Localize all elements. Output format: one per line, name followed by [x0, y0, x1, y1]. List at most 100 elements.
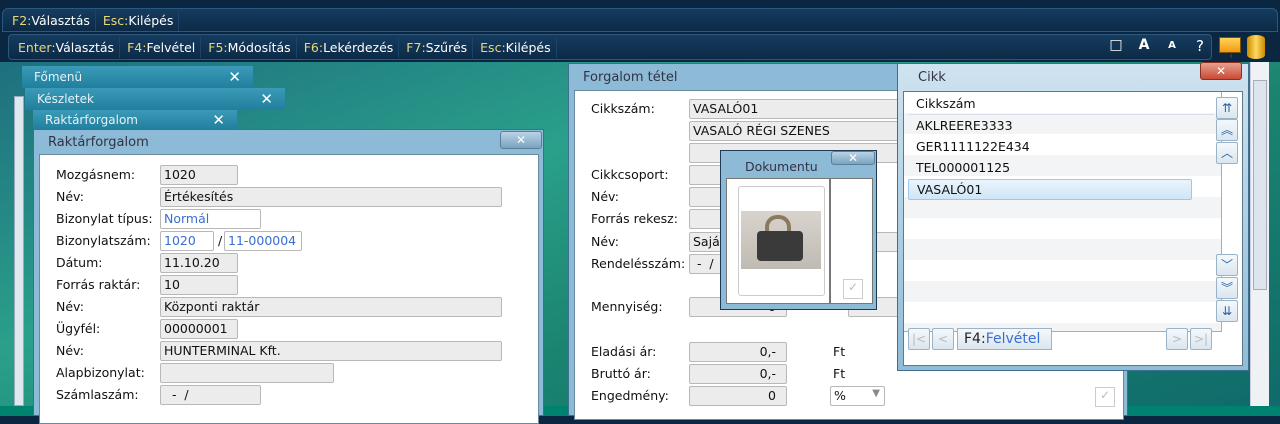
- toolbar-cmd[interactable]: Esc:Kilépés: [475, 36, 557, 58]
- field-label: Ügyfél:: [56, 321, 101, 336]
- brutto-ar-label: Bruttó ár:: [591, 366, 651, 381]
- last-record-icon[interactable]: >|: [1190, 328, 1212, 350]
- close-button[interactable]: ✕: [500, 131, 542, 149]
- form-panel: Mozgásnem: 1020 Név: Értékesítés Bizonylat…: [39, 154, 539, 424]
- previous-record-icon[interactable]: <: [932, 328, 954, 350]
- brutto-ar-field[interactable]: 0,-: [689, 364, 787, 384]
- scrollbar-thumb[interactable]: [1253, 80, 1267, 290]
- action: Módosítás: [227, 39, 291, 55]
- close-icon[interactable]: ✕: [228, 68, 241, 86]
- document-panel: [726, 178, 830, 304]
- key: F7:: [406, 39, 426, 55]
- first-page-icon[interactable]: ⇈: [1216, 97, 1238, 119]
- eladasi-ar-field[interactable]: 0,-: [689, 342, 787, 362]
- top-command-bar: F2:Választás Esc:Kilépés: [2, 8, 1278, 32]
- field-label: Bizonylat típus:: [56, 211, 153, 226]
- action: Kilépés: [505, 39, 551, 55]
- field-input[interactable]: Értékesítés: [160, 187, 502, 207]
- field-input[interactable]: Központi raktár: [160, 297, 502, 317]
- next-record-icon[interactable]: >: [1166, 328, 1188, 350]
- tab-fomenu[interactable]: Főmenü ✕: [22, 66, 253, 88]
- toolbar-cmd[interactable]: F6:Lekérdezés: [299, 36, 400, 58]
- vertical-scrollbar[interactable]: [1250, 62, 1269, 406]
- iron-body: [757, 231, 803, 261]
- up-icon[interactable]: ︿: [1216, 142, 1238, 164]
- megnevezes-field[interactable]: VASALÓ RÉGI SZENES: [689, 121, 909, 141]
- iron-photo: [741, 211, 821, 269]
- action: Lekérdezés: [323, 39, 394, 55]
- separator: /: [218, 233, 223, 248]
- database-icon[interactable]: [1247, 35, 1265, 59]
- document-side-panel: ✓: [830, 178, 873, 304]
- action: Választás: [31, 12, 90, 28]
- confirm-check-button[interactable]: ✓: [1095, 387, 1115, 407]
- list-item[interactable]: AKLREERE3333: [908, 116, 1192, 137]
- nev2-label: Név:: [591, 234, 619, 249]
- f4-felvetel-button[interactable]: F4:Felvétel: [957, 328, 1052, 350]
- key: Enter:: [18, 39, 56, 55]
- key: Esc:: [102, 12, 129, 28]
- toolbar-cmd[interactable]: Enter:Választás: [13, 36, 121, 58]
- field-label: Mozgásnem:: [56, 167, 136, 182]
- page-up-icon[interactable]: ︽: [1216, 119, 1238, 141]
- cmd-esc-kilepes[interactable]: Esc:Kilépés: [98, 9, 180, 31]
- key: F4:: [964, 331, 986, 347]
- field-input[interactable]: 1020: [160, 165, 238, 185]
- field-label: Név:: [56, 343, 84, 358]
- action: Felvétel: [146, 39, 196, 55]
- field-label: Forrás raktár:: [56, 277, 141, 292]
- engedmeny-unit-select[interactable]: % ▼: [830, 386, 885, 406]
- window-icon[interactable]: □: [1104, 37, 1128, 55]
- list-item[interactable]: VASALÓ01: [908, 179, 1192, 200]
- help-icon[interactable]: ?: [1188, 37, 1212, 55]
- toolbar-cmd[interactable]: F5:Módosítás: [203, 36, 297, 58]
- column-header-cikkszam[interactable]: Cikkszám: [908, 94, 1214, 115]
- cikk-list: Cikkszám AKLREERE3333 GER1111122E434 TEL00…: [904, 92, 1222, 332]
- monitor-icon[interactable]: [1219, 37, 1241, 53]
- field-input[interactable]: Normál: [160, 209, 261, 229]
- nev-label: Név:: [591, 189, 619, 204]
- window-title: Cikk: [918, 70, 946, 85]
- list-item[interactable]: GER1111122E434: [908, 137, 1192, 158]
- field-input[interactable]: 10: [160, 275, 238, 295]
- close-icon[interactable]: ✕: [260, 90, 273, 108]
- cikkszam-label: Cikkszám:: [591, 101, 655, 116]
- close-button[interactable]: ✕: [1200, 62, 1242, 80]
- action: Választás: [55, 39, 115, 55]
- window-title: Raktárforgalom: [48, 135, 149, 150]
- field-input[interactable]: 00000001: [160, 319, 238, 339]
- confirm-check-button[interactable]: ✓: [843, 279, 863, 299]
- font-large-icon[interactable]: A: [1132, 37, 1156, 55]
- field-input[interactable]: [160, 363, 334, 383]
- tab-raktarforgalom[interactable]: Raktárforgalom ✕: [33, 110, 237, 130]
- down-icon[interactable]: ﹀: [1216, 254, 1238, 276]
- tab-keszletek[interactable]: Készletek ✕: [25, 88, 285, 110]
- page-down-icon[interactable]: ︾: [1216, 277, 1238, 299]
- currency-label: Ft: [833, 344, 846, 359]
- field-input[interactable]: 11.10.20: [160, 253, 238, 273]
- field-input[interactable]: 1020: [160, 231, 214, 251]
- engedmeny-field[interactable]: 0: [689, 386, 787, 406]
- cmd-f2-valasztas[interactable]: F2:Választás: [7, 9, 96, 31]
- font-small-icon[interactable]: A: [1160, 37, 1184, 55]
- monitor-stand: [1230, 54, 1232, 58]
- close-button[interactable]: ✕: [831, 151, 875, 165]
- field-label: Számlaszám:: [56, 387, 139, 402]
- toolbar-cmd[interactable]: F7:Szűrés: [401, 36, 474, 58]
- field-input[interactable]: - /: [160, 385, 261, 405]
- action: Felvétel: [985, 331, 1041, 347]
- key: F2:: [12, 12, 32, 28]
- first-record-icon[interactable]: |<: [908, 328, 930, 350]
- field-input[interactable]: HUNTERMINAL Kft.: [160, 341, 502, 361]
- field-input-2[interactable]: 11-000004: [224, 231, 302, 251]
- toolbar-cmd[interactable]: F4:Felvétel: [122, 36, 202, 58]
- document-thumbnail-frame[interactable]: [738, 186, 825, 296]
- key: F5:: [208, 39, 228, 55]
- cikkszam-field[interactable]: VASALÓ01: [689, 99, 909, 119]
- forras-rekesz-label: Forrás rekesz:: [591, 211, 678, 226]
- last-page-icon[interactable]: ⇊: [1216, 300, 1238, 322]
- rendelesszam-label: Rendelésszám:: [591, 256, 686, 271]
- list-item[interactable]: TEL000001125: [908, 158, 1192, 179]
- close-icon[interactable]: ✕: [212, 111, 225, 129]
- field-label: Alapbizonylat:: [56, 365, 145, 380]
